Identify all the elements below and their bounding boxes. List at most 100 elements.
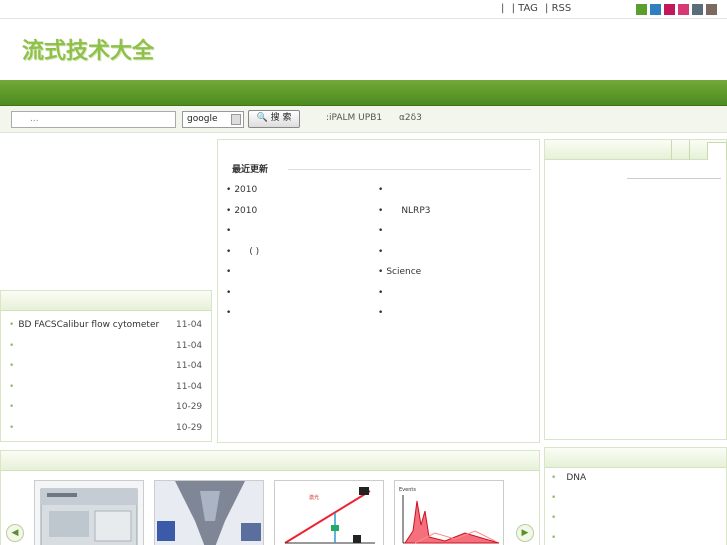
rss-link[interactable]: | RSS [545, 3, 571, 14]
left-article-list: • BD FACSCalibur flow cytometer 11-04 • 11-… [0, 290, 212, 442]
bullet-icon: • [551, 513, 557, 523]
bullet-icon: • [378, 185, 384, 195]
carousel-thumb-cell-sorter[interactable] [154, 480, 264, 545]
theme-swatch-pink[interactable] [678, 4, 689, 15]
bullet-icon: • [9, 361, 15, 371]
flow-cytometer-image [35, 481, 143, 545]
bullet-icon: • [378, 205, 384, 216]
bullet-icon: • [226, 246, 232, 257]
histogram-plot-image: Events [395, 481, 503, 545]
theme-swatch-green[interactable] [636, 4, 647, 15]
search-row: ... google 🔍 搜 索 :iPALM UPB1 α2δ3 [0, 106, 727, 133]
bullet-icon: • [551, 533, 557, 543]
list-item[interactable]: • 11-04 [1, 336, 211, 357]
top-bar: | | TAG | RSS [0, 0, 727, 19]
list-item[interactable]: • DNA [545, 468, 726, 488]
list-item[interactable]: • [378, 242, 528, 263]
carousel-thumb-flow-cytometer[interactable] [34, 480, 144, 545]
hot-keyword[interactable]: α2δ3 [399, 113, 422, 123]
bullet-icon: • [9, 402, 15, 412]
list-item[interactable]: • ( ) [226, 242, 376, 263]
list-item[interactable]: • [378, 283, 528, 304]
list-item[interactable]: • [226, 303, 376, 324]
list-item[interactable]: • [378, 221, 528, 242]
carousel-thumb-optical-diagram[interactable]: 激光 [274, 480, 384, 545]
list-item[interactable]: • [226, 262, 376, 283]
page: | | TAG | RSS 流式技术大全 ... google 🔍 搜 索 :i… [0, 0, 727, 545]
recent-updates-title: 最近更新 [232, 165, 269, 175]
list-item-date: 11-04 [176, 361, 203, 371]
list-item-date: 11-04 [176, 340, 203, 351]
list-item[interactable]: • [378, 180, 528, 201]
list-item-date: 10-29 [176, 402, 203, 412]
search-input[interactable]: ... [11, 111, 176, 128]
theme-swatch-crimson[interactable] [664, 4, 675, 15]
optical-path-image: 激光 [275, 481, 383, 545]
tab-2[interactable] [689, 140, 707, 160]
news-title[interactable]: 2010 [234, 185, 257, 195]
news-title[interactable]: 2010 [234, 206, 257, 216]
bullet-icon: • [226, 308, 232, 318]
bullet-icon: • [551, 473, 557, 483]
dropdown-arrow-icon [231, 114, 241, 125]
bullet-icon: • [551, 493, 557, 503]
theme-swatch-blue[interactable] [650, 4, 661, 15]
bullet-icon: • [9, 422, 15, 433]
list-item[interactable]: • [378, 303, 528, 324]
list-item-title[interactable]: DNA [566, 473, 586, 483]
list-item[interactable]: • [226, 283, 376, 304]
list-item[interactable]: • 2010 [226, 180, 376, 201]
bullet-icon: • [378, 246, 384, 257]
bullet-icon: • [378, 226, 384, 236]
carousel-next-button[interactable]: ▶ [516, 524, 534, 542]
search-button[interactable]: 🔍 搜 索 [248, 110, 300, 128]
list-item[interactable]: • 11-04 [1, 377, 211, 398]
title-divider [288, 169, 531, 170]
image-carousel: ◀ 激光 Events ▶ [0, 450, 540, 545]
bullet-icon: • [9, 340, 15, 351]
list-item[interactable]: • [545, 508, 726, 528]
right-tabbed-panel [544, 139, 727, 440]
bullet-icon: • [226, 226, 232, 236]
top-link-divider: | [501, 3, 505, 14]
list-item[interactable]: • 10-29 [1, 397, 211, 418]
list-item[interactable]: • NLRP3 [378, 201, 528, 222]
panel-divider [627, 178, 721, 179]
news-title[interactable]: ( ) [249, 247, 259, 257]
news-title[interactable]: Science [386, 267, 421, 277]
news-title[interactable]: NLRP3 [401, 206, 430, 216]
tab-1[interactable] [671, 140, 689, 160]
tag-link[interactable]: | TAG [512, 3, 538, 14]
hot-keywords: :iPALM UPB1 α2δ3 [326, 113, 436, 123]
list-item[interactable]: • 11-04 [1, 356, 211, 377]
theme-swatch-brown[interactable] [706, 4, 717, 15]
list-item-title[interactable]: BD FACSCalibur flow cytometer [18, 320, 159, 330]
cell-sorter-image [155, 481, 263, 545]
right-panel-tabs [545, 140, 727, 160]
bullet-icon: • [378, 267, 384, 277]
recent-updates-right-column: • • NLRP3 • • • Science • • [378, 180, 528, 324]
list-item[interactable]: • BD FACSCalibur flow cytometer 11-04 [1, 315, 211, 336]
search-engine-select[interactable]: google [182, 111, 244, 128]
recent-updates-panel: 最近更新 • 2010 • 2010 • •( ) • • • • • NLRP3 •… [217, 139, 540, 443]
theme-swatch-slate[interactable] [692, 4, 703, 15]
list-item[interactable]: • 10-29 [1, 418, 211, 439]
carousel-prev-button[interactable]: ◀ [6, 524, 24, 542]
top-links: | | TAG | RSS [501, 3, 575, 14]
site-logo[interactable]: 流式技术大全 [22, 33, 154, 65]
carousel-header [1, 451, 539, 471]
bullet-icon: • [9, 381, 15, 392]
list-item-date: 11-04 [176, 320, 203, 330]
carousel-thumb-3d-histogram[interactable]: Events [394, 480, 504, 545]
search-engine-value: google [187, 114, 218, 124]
list-item[interactable]: • [545, 528, 726, 545]
right-bottom-header [545, 448, 726, 468]
list-item[interactable]: • 2010 [226, 201, 376, 222]
list-item[interactable]: • [545, 488, 726, 508]
hot-keyword[interactable]: :iPALM UPB1 [326, 113, 382, 123]
list-item[interactable]: • [226, 221, 376, 242]
bullet-icon: • [226, 185, 232, 195]
tab-3[interactable] [707, 142, 727, 160]
list-item[interactable]: • Science [378, 262, 528, 283]
list-item-date: 10-29 [176, 422, 203, 433]
